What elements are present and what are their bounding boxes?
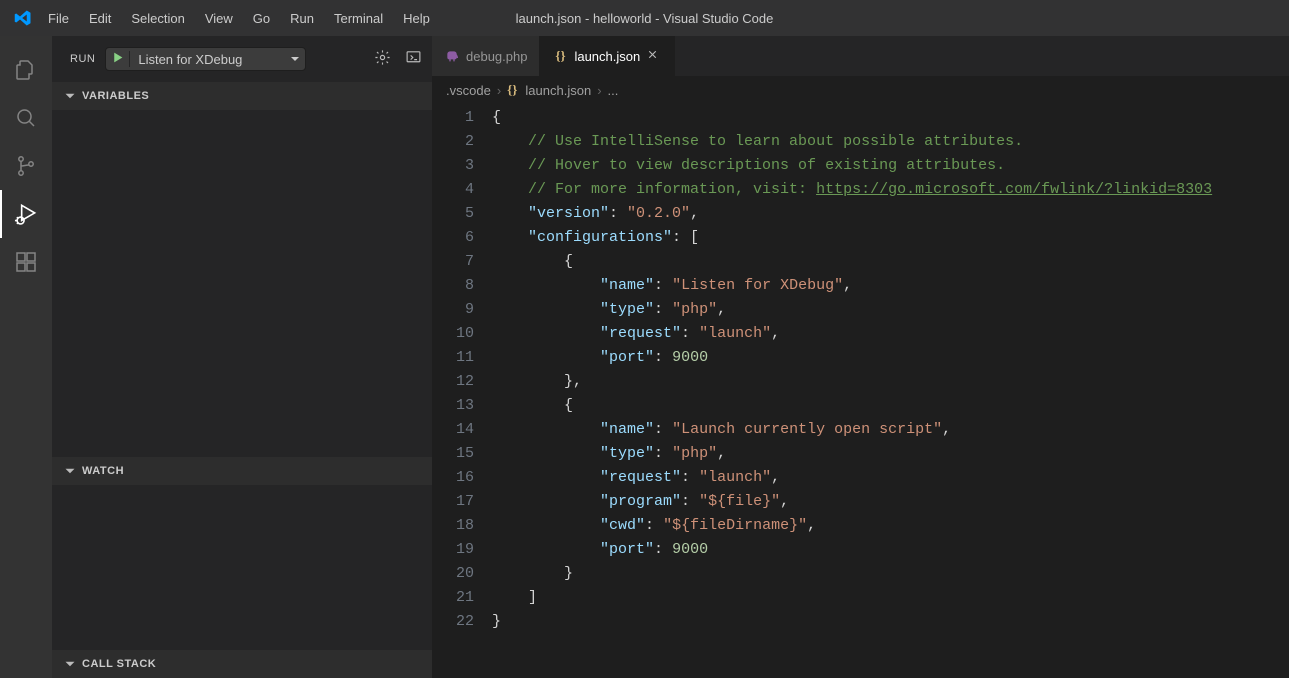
menu-selection[interactable]: Selection — [121, 3, 194, 34]
watch-panel — [52, 485, 432, 650]
editor-tabs: debug.php {} launch.json — [432, 36, 1289, 76]
menu-run[interactable]: Run — [280, 3, 324, 34]
breadcrumb-more[interactable]: ... — [608, 83, 619, 98]
tab-launch-json[interactable]: {} launch.json — [540, 36, 675, 76]
tab-label: debug.php — [466, 49, 527, 64]
chevron-right-icon: › — [597, 83, 601, 98]
chevron-right-icon: › — [497, 83, 501, 98]
explorer-icon[interactable] — [0, 46, 52, 94]
menu-file[interactable]: File — [38, 3, 79, 34]
extensions-icon[interactable] — [0, 238, 52, 286]
title-bar: File Edit Selection View Go Run Terminal… — [0, 0, 1289, 36]
json-icon: {} — [552, 48, 568, 64]
menu-bar: File Edit Selection View Go Run Terminal… — [38, 3, 440, 34]
run-config-box: Listen for XDebug — [105, 47, 306, 71]
elephant-icon — [444, 48, 460, 64]
code-content[interactable]: { // Use IntelliSense to learn about pos… — [492, 104, 1289, 678]
gear-icon[interactable] — [374, 49, 391, 69]
run-label: RUN — [70, 53, 95, 65]
run-debug-icon[interactable] — [0, 190, 52, 238]
debug-config-select[interactable]: Listen for XDebug — [130, 52, 305, 67]
json-icon: {} — [507, 82, 517, 98]
vscode-logo-icon — [8, 9, 38, 27]
variables-panel — [52, 110, 432, 457]
run-header: RUN Listen for XDebug — [52, 36, 432, 82]
close-icon[interactable] — [646, 48, 662, 64]
run-sidebar: RUN Listen for XDebug VARIABLES — [52, 36, 432, 678]
breadcrumb-folder[interactable]: .vscode — [446, 83, 491, 98]
editor-area: debug.php {} launch.json .vscode › {} la… — [432, 36, 1289, 678]
tab-label: launch.json — [574, 49, 640, 64]
start-debug-button[interactable] — [106, 51, 130, 67]
breadcrumb-file[interactable]: {} launch.json — [507, 82, 591, 98]
code-editor[interactable]: 12345678910111213141516171819202122 { //… — [432, 104, 1289, 678]
menu-edit[interactable]: Edit — [79, 3, 121, 34]
search-icon[interactable] — [0, 94, 52, 142]
chevron-down-icon — [64, 90, 76, 102]
variables-header[interactable]: VARIABLES — [52, 82, 432, 110]
activity-bar — [0, 36, 52, 678]
tab-debug-php[interactable]: debug.php — [432, 36, 540, 76]
source-control-icon[interactable] — [0, 142, 52, 190]
chevron-down-icon — [64, 658, 76, 670]
menu-help[interactable]: Help — [393, 3, 440, 34]
menu-terminal[interactable]: Terminal — [324, 3, 393, 34]
menu-go[interactable]: Go — [243, 3, 280, 34]
watch-header[interactable]: WATCH — [52, 457, 432, 485]
debug-console-icon[interactable] — [405, 49, 422, 69]
callstack-header[interactable]: CALL STACK — [52, 650, 432, 678]
chevron-down-icon — [64, 465, 76, 477]
line-gutter: 12345678910111213141516171819202122 — [432, 104, 492, 678]
menu-view[interactable]: View — [195, 3, 243, 34]
breadcrumbs[interactable]: .vscode › {} launch.json › ... — [432, 76, 1289, 104]
